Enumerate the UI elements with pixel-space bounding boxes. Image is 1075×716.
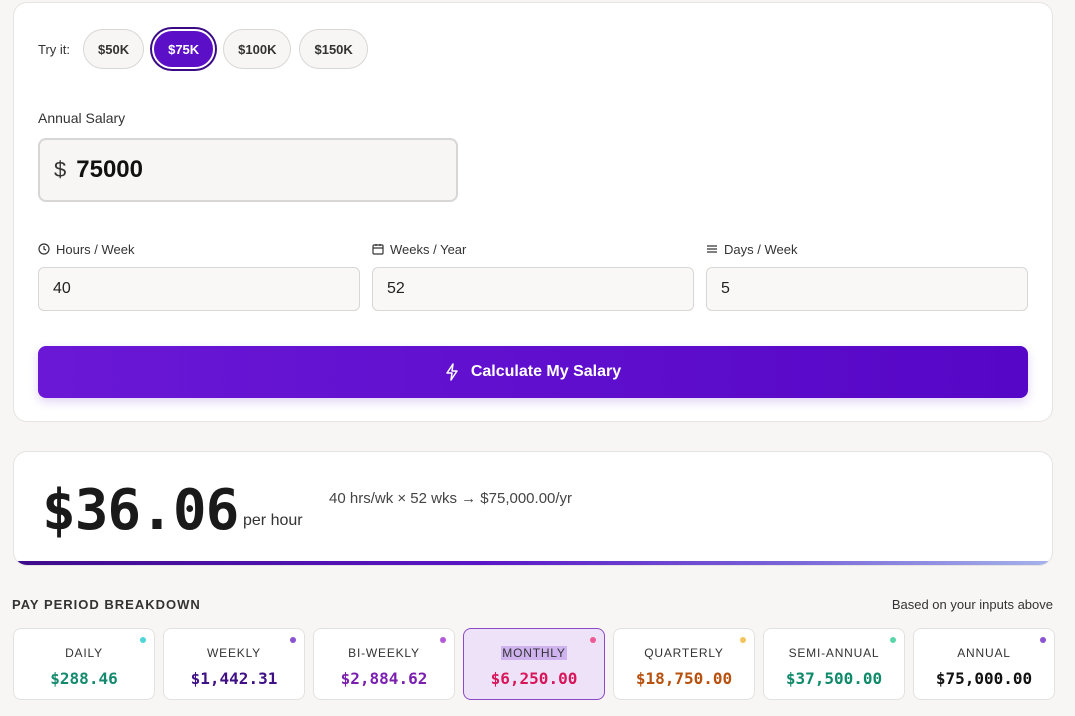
period-card-quarterly[interactable]: QUARTERLY $18,750.00 xyxy=(613,628,755,700)
weeks-per-year-label: Weeks / Year xyxy=(390,241,467,257)
annual-salary-label: Annual Salary xyxy=(38,110,126,126)
preset-50k-button[interactable]: $50K xyxy=(83,29,145,69)
status-dot xyxy=(890,637,896,643)
period-value: $1,442.31 xyxy=(190,669,278,688)
pay-period-list: DAILY $288.46 WEEKLY $1,442.31 BI-WEEKLY… xyxy=(13,628,1055,700)
period-card-annual[interactable]: ANNUAL $75,000.00 xyxy=(913,628,1055,700)
period-label: SEMI-ANNUAL xyxy=(788,646,880,660)
rate-unit: per hour xyxy=(243,512,303,529)
calendar-icon xyxy=(372,244,384,255)
status-dot xyxy=(740,637,746,643)
days-per-week-field: Days / Week xyxy=(706,241,1028,311)
preset-row: Try it: $50K $75K $100K $150K xyxy=(38,29,376,69)
breakdown-note: Based on your inputs above xyxy=(891,597,1053,612)
preset-100k-button[interactable]: $100K xyxy=(223,29,292,69)
period-card-bi-weekly[interactable]: BI-WEEKLY $2,884.62 xyxy=(313,628,455,700)
weeks-per-year-input[interactable] xyxy=(372,267,694,311)
weeks-per-year-field: Weeks / Year xyxy=(372,241,694,311)
period-card-weekly[interactable]: WEEKLY $1,442.31 xyxy=(163,628,305,700)
period-value: $2,884.62 xyxy=(340,669,428,688)
status-dot xyxy=(290,637,296,643)
preset-150k-button[interactable]: $150K xyxy=(299,29,368,69)
hours-per-week-label: Hours / Week xyxy=(56,241,135,257)
period-label: QUARTERLY xyxy=(644,646,724,660)
period-label: WEEKLY xyxy=(207,646,261,660)
currency-symbol: $ xyxy=(54,157,67,182)
preset-75k-button[interactable]: $75K xyxy=(152,29,216,69)
menu-icon xyxy=(707,245,717,253)
period-label: ANNUAL xyxy=(957,646,1011,660)
period-value: $288.46 xyxy=(50,669,118,688)
period-card-daily[interactable]: DAILY $288.46 xyxy=(13,628,155,700)
period-value: $37,500.00 xyxy=(785,669,883,688)
period-value: $6,250.00 xyxy=(490,669,578,688)
lightning-icon xyxy=(446,363,458,381)
hours-per-week-input[interactable] xyxy=(38,267,360,311)
period-label: MONTHLY xyxy=(501,646,567,660)
try-it-label: Try it: xyxy=(38,41,71,57)
period-card-semi-annual[interactable]: SEMI-ANNUAL $37,500.00 xyxy=(763,628,905,700)
hours-per-week-field: Hours / Week xyxy=(38,241,360,311)
calculation-formula: 40 hrs/wk × 52 wks → $75,000.00/yr xyxy=(329,490,573,507)
period-label: BI-WEEKLY xyxy=(348,646,420,660)
annual-salary-input[interactable] xyxy=(76,156,417,184)
calculate-button-label: Calculate My Salary xyxy=(470,363,622,380)
period-label: DAILY xyxy=(65,646,103,660)
period-value: $75,000.00 xyxy=(935,669,1033,688)
status-dot xyxy=(440,637,446,643)
status-dot xyxy=(140,637,146,643)
hourly-rate: $36.06 xyxy=(42,478,239,543)
calculate-button[interactable]: Calculate My Salary xyxy=(38,346,1028,398)
days-per-week-label: Days / Week xyxy=(724,241,798,257)
breakdown-title: PAY PERIOD BREAKDOWN xyxy=(12,597,201,612)
annual-salary-field[interactable]: $ xyxy=(38,138,458,202)
calculator-card: Try it: $50K $75K $100K $150K Annual Sal… xyxy=(13,2,1053,422)
period-value: $18,750.00 xyxy=(635,669,733,688)
result-card: $36.06 per hour 40 hrs/wk × 52 wks → $75… xyxy=(13,451,1053,566)
clock-icon xyxy=(38,243,50,255)
days-per-week-input[interactable] xyxy=(706,267,1028,311)
status-dot xyxy=(1040,637,1046,643)
period-card-monthly[interactable]: MONTHLY $6,250.00 xyxy=(463,628,605,700)
status-dot xyxy=(590,637,596,643)
gradient-divider xyxy=(14,561,1052,565)
